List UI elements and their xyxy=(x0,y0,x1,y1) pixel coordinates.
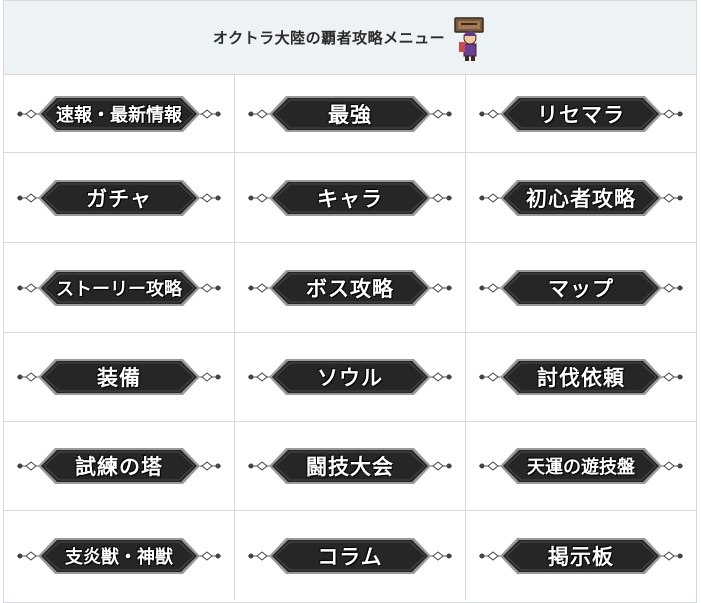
menu-item-equipment[interactable]: 装備 xyxy=(4,333,235,422)
menu-item-label: 掲示板 xyxy=(548,544,614,569)
strategy-menu: オクトラ大陸の覇者攻略メニュー 速報・最新情報 最強 リセマラ ガチャ キャラ … xyxy=(3,0,697,603)
menu-item-label: ボス攻略 xyxy=(306,276,394,301)
menu-item-label: 試練の塔 xyxy=(75,455,163,479)
menu-item-strongest[interactable]: 最強 xyxy=(235,75,466,153)
menu-item-label: キャラ xyxy=(317,186,383,211)
menu-item-label: ガチャ xyxy=(86,186,152,211)
menu-title: オクトラ大陸の覇者攻略メニュー xyxy=(212,29,446,47)
menu-item-label: ストーリー攻略 xyxy=(56,278,182,300)
menu-item-gacha[interactable]: ガチャ xyxy=(4,153,235,243)
menu-item-label: 速報・最新情報 xyxy=(56,104,182,126)
menu-item-label: 支炎獣・神獣 xyxy=(65,546,173,568)
menu-item-label: 最強 xyxy=(328,102,372,127)
menu-item-beasts[interactable]: 支炎獣・神獣 xyxy=(4,511,235,600)
menu-item-label: 初心者攻略 xyxy=(526,186,636,211)
menu-item-reroll[interactable]: リセマラ xyxy=(466,75,696,153)
menu-item-label: リセマラ xyxy=(537,102,625,127)
menu-item-boss[interactable]: ボス攻略 xyxy=(235,243,466,333)
menu-item-label: マップ xyxy=(548,276,614,301)
menu-item-characters[interactable]: キャラ xyxy=(235,153,466,243)
menu-grid: 速報・最新情報 最強 リセマラ ガチャ キャラ 初心者攻略 ストーリー攻略 ボス… xyxy=(4,75,696,600)
menu-item-column[interactable]: コラム xyxy=(235,511,466,600)
menu-item-label: 天運の遊技盤 xyxy=(527,457,635,478)
menu-item-game-board[interactable]: 天運の遊技盤 xyxy=(466,422,696,511)
menu-item-beginner[interactable]: 初心者攻略 xyxy=(466,153,696,243)
menu-item-label: コラム xyxy=(317,544,383,569)
character-sign-icon xyxy=(454,16,484,61)
menu-item-map[interactable]: マップ xyxy=(466,243,696,333)
menu-item-forum[interactable]: 掲示板 xyxy=(466,511,696,600)
menu-item-hunt-requests[interactable]: 討伐依頼 xyxy=(466,333,696,422)
menu-item-trial-tower[interactable]: 試練の塔 xyxy=(4,422,235,511)
menu-item-soul[interactable]: ソウル xyxy=(235,333,466,422)
menu-item-arena[interactable]: 闘技大会 xyxy=(235,422,466,511)
menu-item-label: ソウル xyxy=(317,366,383,390)
menu-item-story[interactable]: ストーリー攻略 xyxy=(4,243,235,333)
menu-item-news[interactable]: 速報・最新情報 xyxy=(4,75,235,153)
menu-header: オクトラ大陸の覇者攻略メニュー xyxy=(4,1,696,75)
menu-item-label: 装備 xyxy=(97,366,141,390)
menu-item-label: 闘技大会 xyxy=(306,455,394,479)
menu-item-label: 討伐依頼 xyxy=(537,366,625,390)
